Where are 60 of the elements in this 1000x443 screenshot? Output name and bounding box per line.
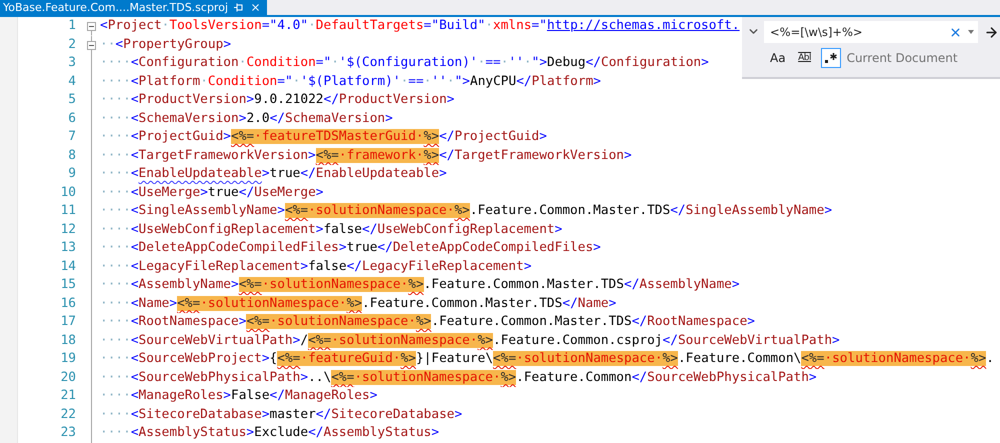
code-line: ····<SitecoreDatabase>master</SitecoreDatabase> — [100, 406, 462, 424]
line-number: 16 — [60, 294, 77, 312]
line-number: 7 — [67, 128, 77, 146]
line-number: 4 — [67, 72, 77, 90]
line-number: 6 — [67, 110, 77, 128]
line-number: 1 — [67, 17, 77, 35]
code-line: ····<SingleAssemblyName><%=·solutionNamespace·%>.Feature.Common.Master.TDS</SingleAssemblyName> — [100, 202, 832, 220]
code-line: ····<EnableUpdateable>true</EnableUpdateable> — [100, 165, 447, 183]
line-number: 20 — [60, 368, 77, 386]
code-line: ····<DeleteAppCodeCompiledFiles>true</DeleteAppCodeCompiledFiles> — [100, 239, 601, 257]
search-field[interactable]: <%=[\w\s]+%> — [764, 21, 978, 43]
code-line: ····<SourceWebProject>{<%=·featureGuid·%>}|Feature\<%=·solutionNamespace·%>.Feature.Common\<%=·solutionNamespace·%>. — [100, 350, 994, 368]
fold-toggle-icon[interactable] — [87, 40, 96, 50]
line-number: 3 — [67, 54, 77, 72]
code-line: ··<PropertyGroup> — [100, 36, 232, 54]
line-number: 9 — [67, 165, 77, 183]
code-line: ····<Configuration·Condition="·'$(Configuration)'·==·''·">Debug</Configuration> — [100, 54, 709, 72]
line-number: 22 — [60, 406, 77, 424]
line-number: 18 — [60, 332, 77, 350]
regex-icon — [824, 52, 838, 64]
code-line: ····<ProjectGuid><%=·featureTDSMasterGuid·%></ProjectGuid> — [100, 128, 547, 146]
find-next-icon[interactable] — [984, 24, 999, 40]
code-line: ····<SourceWebPhysicalPath>..\<%=·solutionNamespace·%>.Feature.Common</SourceWebPhysicalPath> — [100, 368, 817, 386]
line-number: 8 — [67, 146, 77, 164]
code-line: ····<ManageRoles>False</ManageRoles> — [100, 387, 378, 405]
line-number: 2 — [67, 36, 77, 54]
line-number: 13 — [60, 239, 77, 257]
line-number: 19 — [60, 350, 77, 368]
clear-icon[interactable] — [949, 26, 962, 38]
line-number: 17 — [60, 313, 77, 331]
fold-toggle-icon[interactable] — [87, 22, 96, 31]
code-line: ····<SchemaVersion>2.0</SchemaVersion> — [100, 110, 393, 128]
code-line: ····<Platform·Condition="·'$(Platform)'·==·''·">AnyCPU</Platform> — [100, 72, 601, 90]
code-line: ····<TargetFrameworkVersion><%=·framework·%></TargetFrameworkVersion> — [100, 146, 632, 164]
close-icon[interactable] — [250, 2, 261, 13]
regex-button[interactable] — [820, 48, 841, 68]
line-number: 12 — [60, 220, 77, 238]
search-scope[interactable]: Current Document — [846, 51, 958, 65]
code-line: <Project·ToolsVersion="4.0"·DefaultTargets="Build"·xmlns="http://schemas.microsoft. — [100, 17, 740, 35]
line-number: 21 — [60, 387, 77, 405]
whole-word-button[interactable]: Abl — [794, 48, 815, 68]
document-tab[interactable]: YoBase.Feature.Com....Master.TDS.scproj — [0, 0, 267, 15]
line-number: 10 — [60, 184, 77, 202]
code-line: ····<AssemblyName><%=·solutionNamespace·%>.Feature.Common.Master.TDS</AssemblyName> — [100, 276, 740, 294]
line-number: 11 — [60, 202, 77, 220]
match-case-button[interactable]: Aa — [767, 48, 789, 68]
code-line: ····<UseMerge>true</UseMerge> — [100, 184, 324, 202]
code-line: ····<LegacyFileReplacement>false</LegacyFileReplacement> — [100, 258, 532, 276]
code-line: ····<SourceWebVirtualPath>/<%=·solutionNamespace·%>.Feature.Common.csproj</SourceWebVirtualPath> — [100, 332, 840, 350]
line-number: 23 — [60, 424, 77, 442]
code-line: ····<AssemblyStatus>Exclude</AssemblyStatus> — [100, 424, 440, 442]
caret-icon[interactable] — [968, 30, 974, 34]
line-number: 15 — [60, 276, 77, 294]
code-line: ····<UseWebConfigReplacement>false</UseWebConfigReplacement> — [100, 220, 562, 238]
code-line: ····<Name><%=·solutionNamespace·%>.Feature.Common.Master.TDS</Name> — [100, 294, 616, 312]
line-number: 14 — [60, 258, 77, 276]
code-line: ····<ProductVersion>9.0.21022</ProductVersion> — [100, 91, 454, 109]
code-line: ····<RootNamespace><%=·solutionNamespace·%>.Feature.Common.Master.TDS</RootNamespace> — [100, 313, 756, 331]
line-number: 5 — [67, 91, 77, 109]
pin-icon[interactable] — [234, 3, 244, 12]
